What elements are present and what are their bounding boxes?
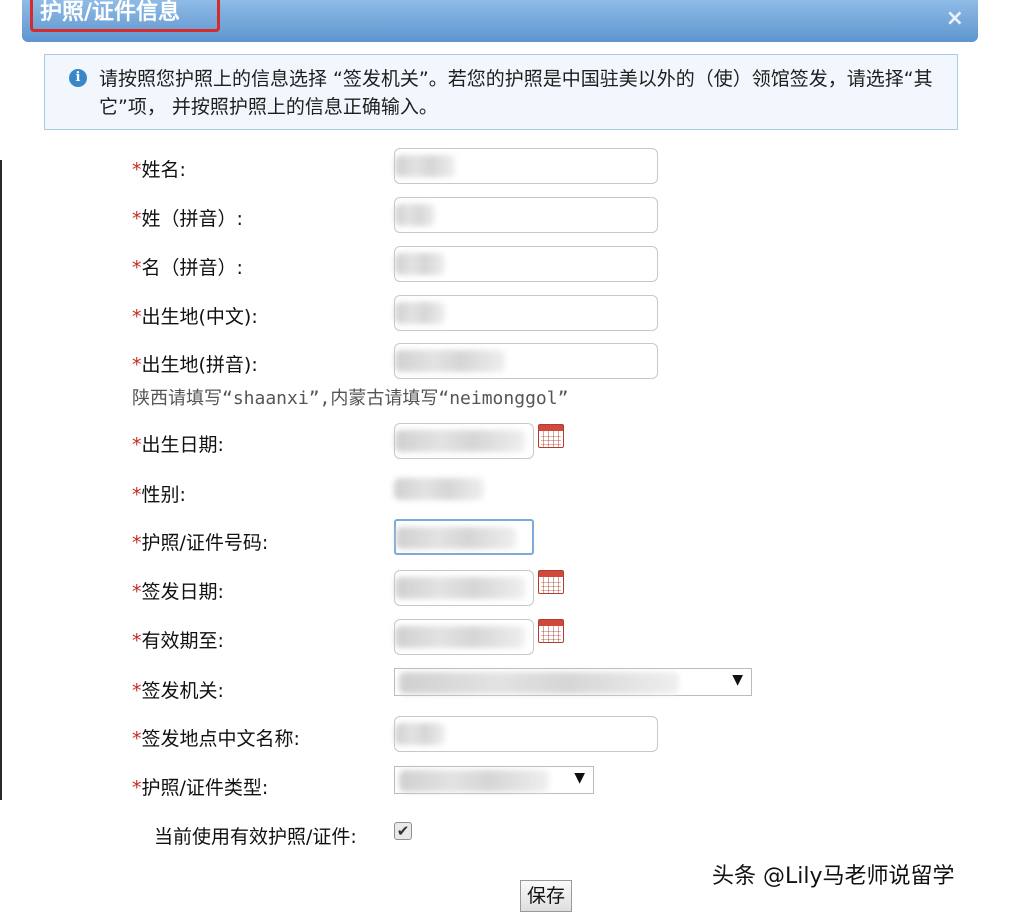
- passport-number-input[interactable]: [394, 519, 534, 555]
- surname-pinyin-input[interactable]: [394, 197, 658, 233]
- info-icon: i: [69, 69, 87, 87]
- redacted-value: [399, 770, 549, 792]
- passport-type-select[interactable]: ▼: [394, 766, 594, 794]
- redacted-value: [396, 527, 516, 549]
- label-given-name-pinyin: *名（拼音）:: [132, 257, 243, 279]
- current-valid-passport-checkbox[interactable]: ✔: [394, 822, 412, 840]
- redacted-value: [395, 253, 445, 275]
- chevron-down-icon: ▼: [732, 672, 743, 688]
- redacted-value: [395, 204, 435, 226]
- redacted-value: [399, 672, 679, 694]
- info-text: 请按照您护照上的信息选择 “签发机关”。若您的护照是中国驻美以外的（使）领馆签发…: [99, 68, 933, 118]
- close-icon[interactable]: ×: [946, 6, 964, 31]
- label-issuing-authority: *签发机关:: [132, 680, 224, 702]
- info-banner: i 请按照您护照上的信息选择 “签发机关”。若您的护照是中国驻美以外的（使）领馆…: [44, 54, 958, 130]
- label-issue-place-chinese: *签发地点中文名称:: [132, 728, 300, 750]
- redacted-value: [394, 478, 484, 500]
- calendar-icon[interactable]: [538, 570, 564, 594]
- issue-place-chinese-input[interactable]: [394, 716, 658, 752]
- issuing-authority-select[interactable]: ▼: [394, 668, 752, 696]
- given-name-pinyin-input[interactable]: [394, 246, 658, 282]
- dialog-titlebar: 护照/证件信息 ×: [22, 0, 978, 42]
- save-button[interactable]: 保存: [520, 880, 572, 912]
- calendar-icon[interactable]: [538, 424, 564, 448]
- label-birthplace-chinese: *出生地(中文):: [132, 306, 258, 328]
- label-passport-type: *护照/证件类型:: [132, 777, 269, 799]
- redacted-value: [395, 723, 445, 745]
- redacted-value: [395, 626, 525, 648]
- calendar-icon[interactable]: [538, 619, 564, 643]
- label-passport-number: *护照/证件号码:: [132, 532, 269, 554]
- birth-date-input[interactable]: [394, 423, 534, 459]
- label-surname-pinyin: *姓（拼音）:: [132, 208, 243, 230]
- watermark-text: 头条 @Lily马老师说留学: [712, 864, 955, 889]
- birthplace-hint: 陕西请填写“shaanxi”,内蒙古请填写“neimonggol”: [132, 388, 569, 409]
- birthplace-pinyin-input[interactable]: [394, 343, 658, 379]
- label-birth-date: *出生日期:: [132, 434, 224, 456]
- label-issue-date: *签发日期:: [132, 581, 224, 603]
- label-expiry-date: *有效期至:: [132, 630, 224, 652]
- label-gender: *性别:: [132, 484, 186, 506]
- label-birthplace-pinyin: *出生地(拼音):: [132, 354, 258, 376]
- label-name: *姓名:: [132, 159, 186, 181]
- redacted-value: [395, 430, 525, 452]
- issue-date-input[interactable]: [394, 570, 534, 606]
- chevron-down-icon: ▼: [574, 770, 585, 786]
- redacted-value: [395, 577, 525, 599]
- left-edge-line: [0, 160, 2, 800]
- name-input[interactable]: [394, 148, 658, 184]
- redacted-value: [395, 350, 505, 372]
- redacted-value: [395, 302, 445, 324]
- gender-value: [394, 472, 534, 508]
- expiry-date-input[interactable]: [394, 619, 534, 655]
- redacted-value: [395, 155, 455, 177]
- current-valid-passport-label: 当前使用有效护照/证件:: [154, 826, 357, 848]
- dialog-title: 护照/证件信息: [40, 0, 181, 25]
- birthplace-chinese-input[interactable]: [394, 295, 658, 331]
